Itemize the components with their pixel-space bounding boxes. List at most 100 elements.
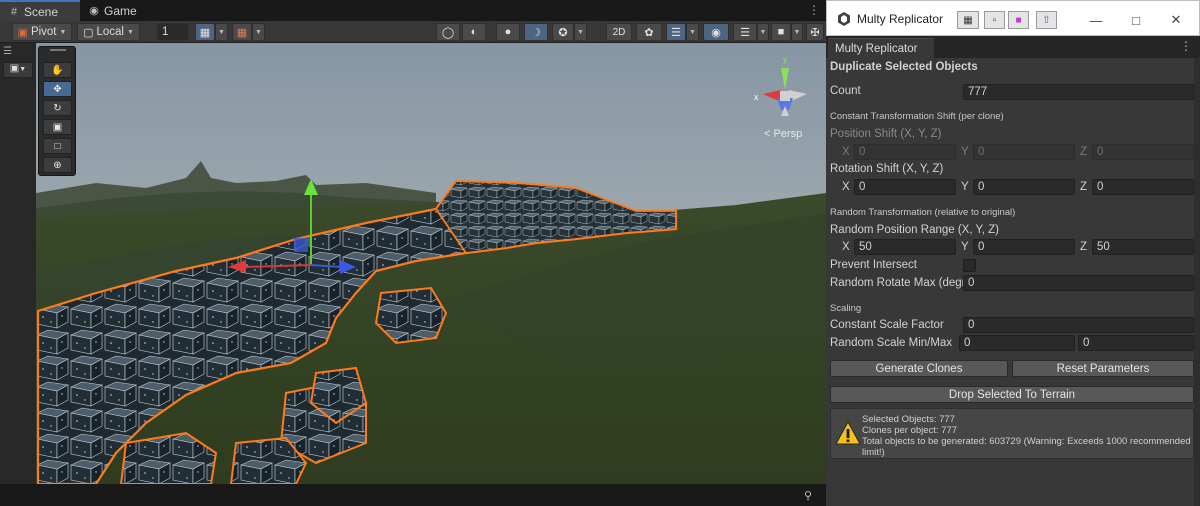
scale-icon: ▣ <box>52 121 63 133</box>
pivot-dropdown[interactable]: ▣ Pivot ▼ <box>12 23 72 41</box>
tab-menu-icon[interactable]: ⋮ <box>808 3 820 17</box>
generate-clones-button[interactable]: Generate Clones <box>830 360 1008 377</box>
palette-drag-handle[interactable] <box>50 49 66 51</box>
random-scale-max-field[interactable] <box>1078 335 1194 351</box>
tab-scene[interactable]: # Scene <box>0 0 80 21</box>
increment-snap-dropdown[interactable]: ▼ <box>252 23 265 41</box>
grid-snap-dropdown[interactable]: ▼ <box>215 23 228 41</box>
scene-render <box>36 43 826 484</box>
grid-icon: # <box>10 5 18 18</box>
transform-tool-button[interactable]: ⊕ <box>43 157 72 173</box>
rotation-shift-x-field[interactable] <box>854 179 956 195</box>
kebab-menu-icon[interactable]: ⋮ <box>1180 39 1192 53</box>
prevent-intersect-label: Prevent Intersect <box>830 259 917 271</box>
draw-mode-shaded-button[interactable]: ● <box>496 23 520 41</box>
constant-scale-field[interactable] <box>963 317 1194 333</box>
overlay-strip: ☰ ▣▼ <box>0 43 36 484</box>
random-scale-min-field[interactable] <box>959 335 1075 351</box>
random-position-z-field[interactable] <box>1092 239 1194 255</box>
random-rotate-field[interactable] <box>963 275 1194 291</box>
gizmo-center[interactable] <box>780 91 790 101</box>
debug-draw-dropdown[interactable]: ▼ <box>574 23 587 41</box>
count-field[interactable] <box>963 84 1194 100</box>
random-scale-label: Random Scale Min/Max <box>830 337 953 349</box>
light-icon: ✿ <box>644 26 654 39</box>
gizmo-y-cone[interactable] <box>781 68 789 90</box>
rotation-shift-z-field[interactable] <box>1092 179 1194 195</box>
globe-half-icon: ◐ <box>470 26 478 38</box>
grid-size-input[interactable]: 1 <box>157 23 189 41</box>
visibility-toggle-button[interactable]: ◉ <box>703 23 729 41</box>
replicator-scrollbar[interactable] <box>1194 58 1200 506</box>
2d-icon: 2D <box>612 26 626 38</box>
position-shift-z-field[interactable] <box>1092 144 1194 160</box>
grid-snap-icon: ▦ <box>199 26 211 39</box>
overlay-menu-icon[interactable]: ☰ <box>3 46 33 60</box>
gizmos-button[interactable]: ✠ <box>806 23 824 41</box>
gizmo-x-label: x <box>754 92 759 102</box>
duplicate-section-title: Duplicate Selected Objects <box>830 61 978 73</box>
perspective-label[interactable]: < Persp <box>764 128 802 140</box>
hand-tool-button[interactable]: ✋ <box>43 62 72 78</box>
tab-game-label: Game <box>104 3 137 18</box>
grid-snap-button[interactable]: ▦ <box>195 23 215 41</box>
reset-parameters-label: Reset Parameters <box>1056 362 1150 375</box>
minimize-thumb-icon: ▫ <box>992 14 997 26</box>
replicator-titlebar[interactable]: Multy Replicator ▦ ▫ ■ ⇧ — □ ✕ <box>826 0 1200 36</box>
camera-button[interactable]: ■ <box>771 23 791 41</box>
tab-multy-replicator[interactable]: Multy Replicator <box>828 38 934 58</box>
random-position-x-field[interactable] <box>854 239 956 255</box>
reset-parameters-button[interactable]: Reset Parameters <box>1012 360 1194 377</box>
warning-text: Selected Objects: 777 Clones per object:… <box>862 414 1192 458</box>
count-label: Count <box>830 85 861 97</box>
rotate-tool-button[interactable]: ↻ <box>43 100 72 116</box>
random-position-label: Random Position Range (X, Y, Z) <box>830 224 999 236</box>
view-options-button[interactable]: ▣▼ <box>3 62 33 78</box>
taskbar-preview-1[interactable]: ▦ <box>957 11 979 29</box>
prevent-intersect-checkbox[interactable] <box>963 259 976 272</box>
scene-layers-button[interactable]: ☰ <box>733 23 757 41</box>
draw-mode-lit-button[interactable]: ☽ <box>524 23 548 41</box>
bug-icon: ✪ <box>558 26 568 39</box>
scale-tool-button[interactable]: ▣ <box>43 119 72 135</box>
draw-mode-shaded-wire-button[interactable]: ◐ <box>462 23 486 41</box>
close-button[interactable]: ✕ <box>1161 10 1191 30</box>
debug-draw-button[interactable]: ✪ <box>552 23 574 41</box>
2d-toggle-button[interactable]: 2D <box>606 23 632 41</box>
scene-viewport[interactable] <box>36 43 826 484</box>
scene-toolbar: ▣ Pivot ▼ ▢ Local ▼ 1 ▦ ▼ ▦ ▼ ◯ ◐ ● ☽ ✪ … <box>0 21 826 43</box>
camera-dropdown[interactable]: ▼ <box>791 23 803 41</box>
local-dropdown[interactable]: ▢ Local ▼ <box>77 23 140 41</box>
globe-wire-icon: ◯ <box>441 26 455 39</box>
audio-toggle-button[interactable]: ☰ <box>666 23 686 41</box>
move-tool-button[interactable]: ✥ <box>43 81 72 97</box>
rotation-shift-y-field[interactable] <box>973 179 1075 195</box>
unlock-icon[interactable]: ⚲ <box>804 489 812 502</box>
draw-mode-wire-button[interactable]: ◯ <box>436 23 460 41</box>
maximize-button[interactable]: □ <box>1121 10 1151 30</box>
minimize-icon: — <box>1089 12 1103 28</box>
constant-scale-label: Constant Scale Factor <box>830 319 944 331</box>
position-shift-x-field[interactable] <box>854 144 956 160</box>
pivot-icon: ▣ <box>17 26 28 39</box>
taskbar-preview-4[interactable]: ⇧ <box>1036 11 1057 29</box>
random-position-y-field[interactable] <box>973 239 1075 255</box>
eye-icon: ◉ <box>711 26 721 39</box>
position-shift-y-field[interactable] <box>973 144 1075 160</box>
chevron-down-icon: ▼ <box>577 28 584 36</box>
stack-icon: ☰ <box>740 26 750 39</box>
taskbar-preview-2[interactable]: ▫ <box>984 11 1005 29</box>
tab-game[interactable]: ◉ Game <box>80 0 150 21</box>
drop-to-terrain-button[interactable]: Drop Selected To Terrain <box>830 386 1194 403</box>
scene-layers-dropdown[interactable]: ▼ <box>757 23 769 41</box>
taskbar-preview-3[interactable]: ■ <box>1008 11 1029 29</box>
increment-snap-button[interactable]: ▦ <box>232 23 252 41</box>
effects-dropdown[interactable]: ▼ <box>686 23 699 41</box>
rotate-icon: ↻ <box>53 102 62 114</box>
random-position-x-label: X <box>842 241 850 253</box>
lighting-toggle-button[interactable]: ✿ <box>636 23 662 41</box>
minimize-button[interactable]: — <box>1081 10 1111 30</box>
grid-size-value: 1 <box>162 26 169 38</box>
rect-tool-button[interactable]: □ <box>43 138 72 154</box>
generate-clones-label: Generate Clones <box>875 362 963 375</box>
